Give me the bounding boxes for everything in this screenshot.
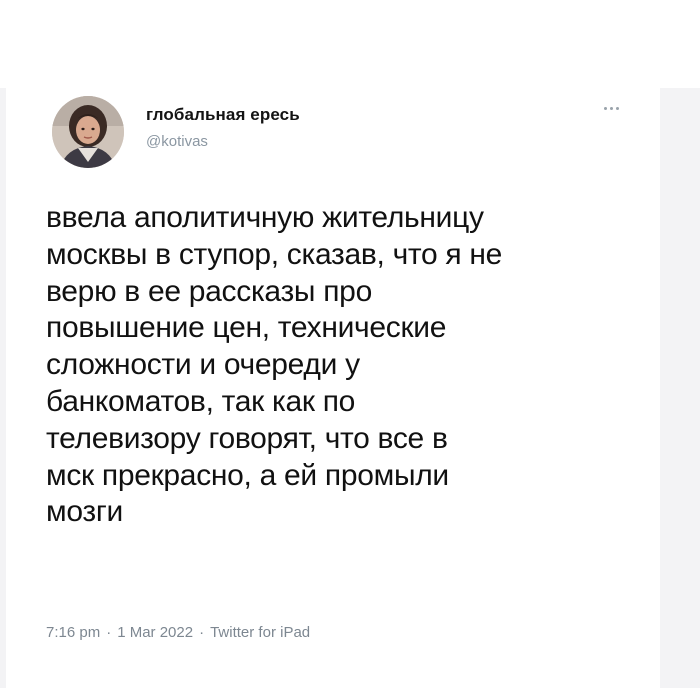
more-dot xyxy=(615,106,619,110)
more-horizontal-icon[interactable] xyxy=(596,98,626,118)
tweet-meta: 7:16 pm · 1 Mar 2022 · Twitter for iPad xyxy=(46,624,310,641)
tweet-text: ввела аполитичную жительницу москвы в ст… xyxy=(46,201,503,529)
tweet-source[interactable]: Twitter for iPad xyxy=(210,624,310,641)
tweet-time[interactable]: 7:16 pm xyxy=(46,624,100,641)
author-avatar[interactable] xyxy=(52,96,124,168)
author-handle[interactable]: @kotivas xyxy=(146,133,208,150)
tweet-date[interactable]: 1 Mar 2022 xyxy=(117,624,193,641)
avatar-photo-icon xyxy=(52,96,124,168)
right-margin xyxy=(660,88,700,688)
tweet-card: глобальная ересь @kotivas ввела аполитич… xyxy=(6,88,660,688)
top-margin xyxy=(0,0,700,88)
more-dot xyxy=(609,106,613,110)
meta-separator: · xyxy=(199,624,205,641)
author-display-name[interactable]: глобальная ересь xyxy=(146,105,300,125)
more-dot xyxy=(603,106,607,110)
meta-separator: · xyxy=(106,624,112,641)
